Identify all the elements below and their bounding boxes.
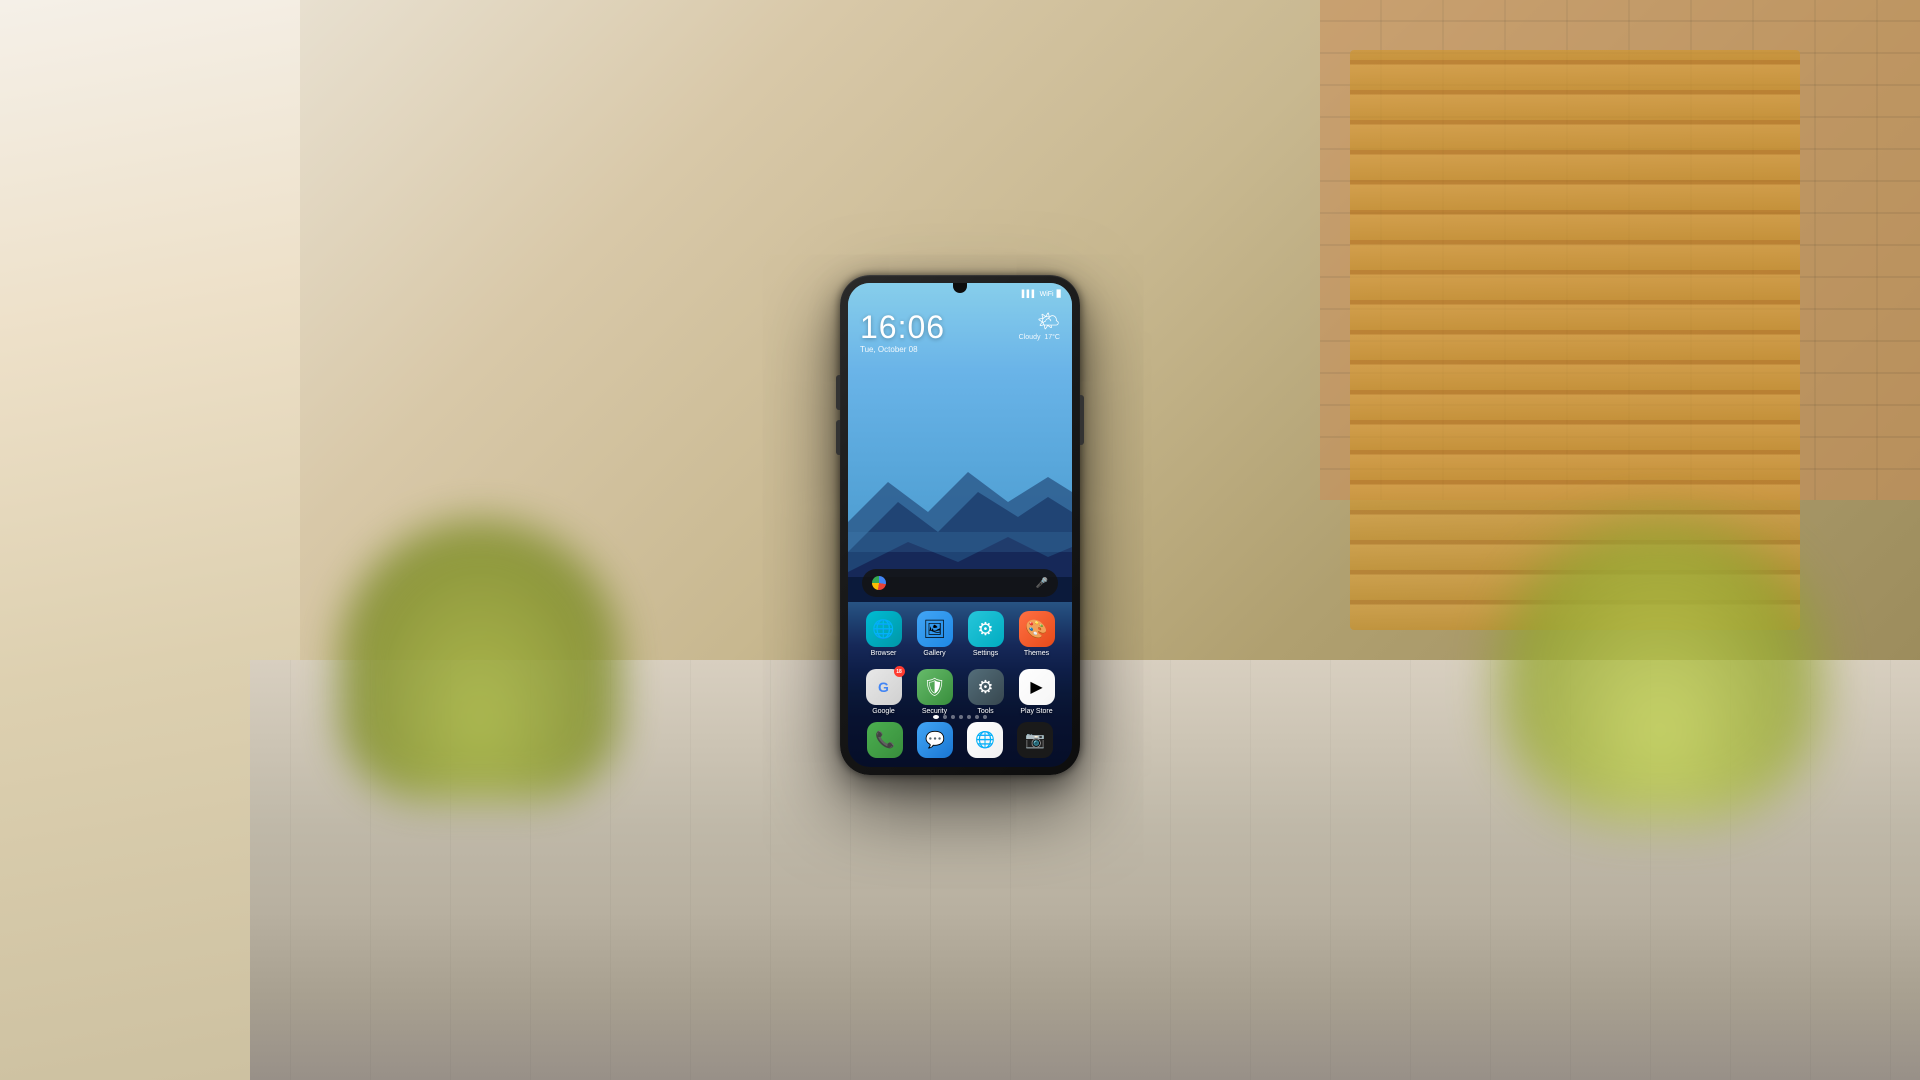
app-browser[interactable]: 🌐 Browser [862,611,906,657]
dock: 📞 💬 🌐 📷 [860,721,1060,759]
app-row-1: 🌐 Browser 🖼 Gallery ⚙ Settings [858,611,1062,657]
phone-screen: ▌▌▌ WiFi ▊ 16:06 Tue, October 08 🌤 Cloud… [848,283,1072,767]
app-settings[interactable]: ⚙ Settings [964,611,1008,657]
page-dot-1 [933,715,939,719]
dock-messages[interactable]: 💬 [917,722,953,758]
page-dot-5 [967,715,971,719]
wifi-icon: WiFi [1040,291,1054,298]
weather-widget: 🌤 Cloudy 17°C [1019,311,1060,341]
clock-time: 16:06 [860,311,945,343]
app-google[interactable]: G 18 Google [862,669,906,715]
weather-icon: 🌤 [1019,311,1060,332]
tools-label: Tools [977,708,993,715]
dock-camera[interactable]: 📷 [1017,722,1053,758]
playstore-icon: ▶ [1019,669,1055,705]
google-g-icon [872,576,886,590]
gallery-label: Gallery [923,650,945,657]
settings-label: Settings [973,650,998,657]
app-gallery[interactable]: 🖼 Gallery [913,611,957,657]
clock-widget: 16:06 Tue, October 08 [860,311,945,354]
phone-body: ▌▌▌ WiFi ▊ 16:06 Tue, October 08 🌤 Cloud… [840,275,1080,775]
app-tools[interactable]: ⚙ Tools [964,669,1008,715]
gallery-icon: 🖼 [917,611,953,647]
themes-icon: 🎨 [1019,611,1055,647]
playstore-label: Play Store [1020,708,1052,715]
page-dot-7 [983,715,987,719]
dock-phone[interactable]: 📞 [867,722,903,758]
google-label: Google [872,708,895,715]
phone: ▌▌▌ WiFi ▊ 16:06 Tue, October 08 🌤 Cloud… [840,275,1080,775]
status-icons: ▌▌▌ WiFi ▊ [1022,290,1062,298]
mic-icon[interactable]: 🎤 [1036,578,1048,589]
themes-label: Themes [1024,650,1049,657]
page-dot-3 [951,715,955,719]
app-security[interactable]: 🛡 Security [913,669,957,715]
chair-right [1500,520,1820,820]
google-icon: G 18 [866,669,902,705]
google-badge: 18 [894,666,905,677]
page-dot-6 [975,715,979,719]
browser-label: Browser [871,650,897,657]
browser-icon: 🌐 [866,611,902,647]
page-dot-4 [959,715,963,719]
signal-icon: ▌▌▌ [1022,291,1037,298]
security-label: Security [922,708,947,715]
app-playstore[interactable]: ▶ Play Store [1015,669,1059,715]
dock-chrome[interactable]: 🌐 [967,722,1003,758]
app-themes[interactable]: 🎨 Themes [1015,611,1059,657]
search-input-area[interactable] [892,583,1036,584]
settings-icon: ⚙ [968,611,1004,647]
security-icon: 🛡 [917,669,953,705]
tools-icon: ⚙ [968,669,1004,705]
weather-condition: Cloudy 17°C [1019,334,1060,341]
app-row-2: G 18 Google 🛡 Security ⚙ Tools [858,669,1062,715]
clock-date: Tue, October 08 [860,345,945,354]
page-dots [848,715,1072,719]
page-dot-2 [943,715,947,719]
battery-icon: ▊ [1057,290,1062,298]
search-bar[interactable]: 🎤 [862,569,1058,597]
chair-left [340,520,620,800]
